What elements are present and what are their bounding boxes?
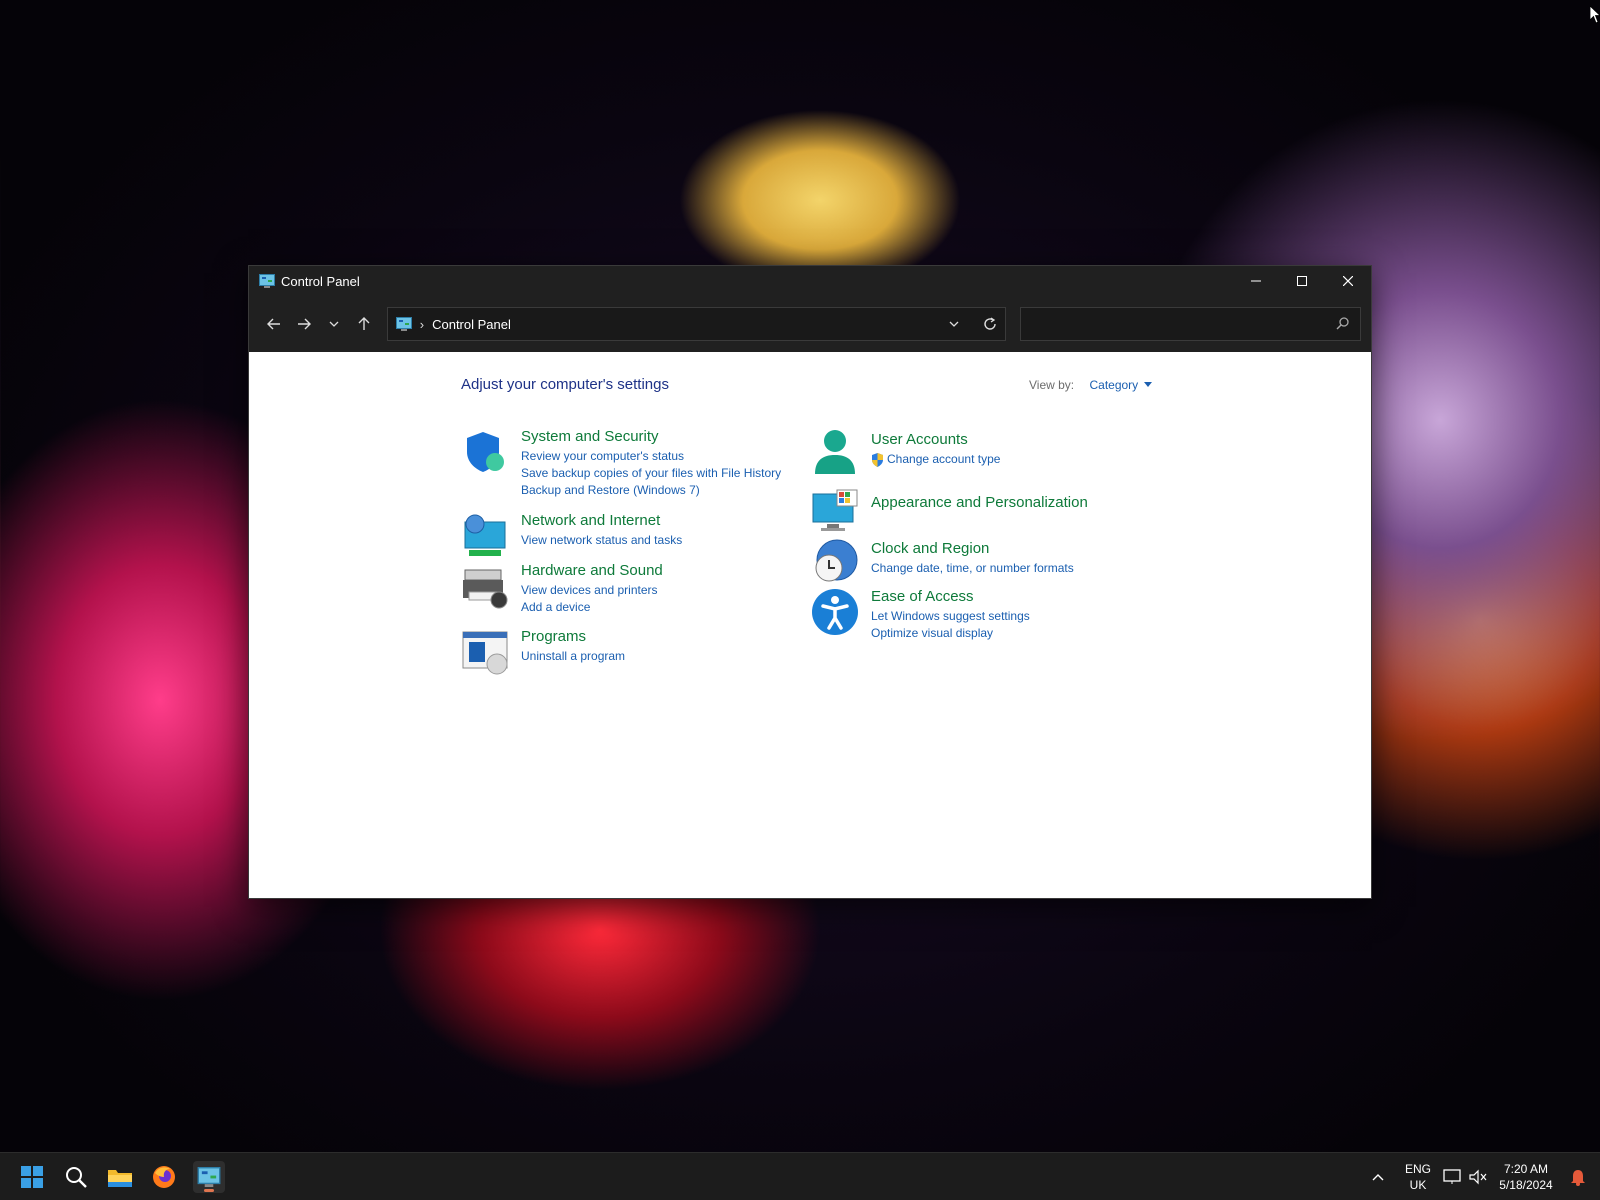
- clock[interactable]: 7:20 AM 5/18/2024: [1490, 1153, 1562, 1200]
- clock-date: 5/18/2024: [1499, 1178, 1553, 1192]
- category-title[interactable]: System and Security: [521, 428, 781, 445]
- language-code: ENG: [1404, 1162, 1431, 1176]
- cursor-icon: [1590, 6, 1600, 24]
- forward-button[interactable]: [289, 309, 319, 339]
- firefox-button[interactable]: [148, 1161, 180, 1193]
- link-add-device[interactable]: Add a device: [521, 599, 663, 616]
- page-title: Adjust your computer's settings: [461, 376, 669, 393]
- arrow-left-icon: [266, 318, 280, 330]
- search-icon: [66, 1167, 87, 1188]
- file-explorer-button[interactable]: [104, 1161, 136, 1193]
- minimize-button[interactable]: [1233, 266, 1279, 296]
- notifications-button[interactable]: [1562, 1161, 1594, 1193]
- address-actions: [939, 308, 1005, 340]
- up-button[interactable]: [349, 309, 379, 339]
- active-indicator: [204, 1189, 214, 1192]
- view-by-dropdown[interactable]: Category: [1089, 378, 1153, 392]
- refresh-button[interactable]: [975, 309, 1005, 339]
- monitor-palette-icon: [812, 489, 858, 531]
- title-bar[interactable]: Control Panel: [249, 266, 1371, 296]
- search-icon: [1336, 317, 1349, 330]
- navigation-bar: › Control Panel: [249, 296, 1371, 352]
- close-icon: [1343, 276, 1353, 286]
- file-explorer-icon: [108, 1170, 132, 1187]
- window-title: Control Panel: [281, 273, 360, 289]
- breadcrumb[interactable]: Control Panel: [432, 317, 511, 332]
- uac-shield-icon: [872, 452, 883, 467]
- link-network-status[interactable]: View network status and tasks: [521, 532, 682, 549]
- shield-icon: [467, 432, 504, 472]
- category-title[interactable]: Clock and Region: [871, 540, 1074, 557]
- network-monitor-icon: [1443, 1169, 1461, 1184]
- recent-locations-button[interactable]: [319, 309, 349, 339]
- search-input[interactable]: [1020, 308, 1321, 340]
- breadcrumb-separator-icon: ›: [419, 316, 425, 332]
- link-file-history[interactable]: Save backup copies of your files with Fi…: [521, 465, 781, 482]
- clock-time: 7:20 AM: [1503, 1162, 1549, 1176]
- taskbar: ENG UK 7:20 AM 5/18/2024: [0, 1152, 1600, 1200]
- category-title[interactable]: Hardware and Sound: [521, 562, 663, 579]
- minimize-icon: [1251, 280, 1261, 282]
- content-area: Adjust your computer's settings View by:…: [249, 352, 1371, 898]
- arrow-right-icon: [297, 318, 311, 330]
- control-panel-icon: [259, 274, 275, 288]
- network-icon: [464, 514, 506, 556]
- back-button[interactable]: [259, 309, 289, 339]
- chevron-down-icon: [949, 321, 959, 327]
- category-title[interactable]: Appearance and Personalization: [871, 494, 1088, 511]
- control-panel-icon: [395, 317, 412, 331]
- address-bar[interactable]: › Control Panel: [386, 307, 1006, 341]
- link-label: Change account type: [887, 452, 1001, 466]
- view-by: View by: Category: [1029, 378, 1153, 392]
- close-button[interactable]: [1325, 266, 1371, 296]
- programs-icon: [462, 631, 508, 675]
- clock-globe-icon: [815, 539, 858, 582]
- start-button[interactable]: [16, 1161, 48, 1193]
- link-change-account-type[interactable]: Change account type: [871, 451, 1000, 468]
- control-panel-taskbar-button[interactable]: [193, 1161, 225, 1193]
- chevron-down-icon: [329, 321, 339, 327]
- caret-down-icon: [1144, 382, 1153, 387]
- maximize-icon: [1297, 276, 1307, 286]
- window-controls: [1233, 266, 1371, 296]
- link-review-status[interactable]: Review your computer's status: [521, 448, 781, 465]
- link-uninstall-program[interactable]: Uninstall a program: [521, 648, 625, 665]
- arrow-up-icon: [358, 317, 370, 330]
- category-title[interactable]: Network and Internet: [521, 512, 682, 529]
- printer-icon: [463, 569, 508, 609]
- view-by-value: Category: [1089, 378, 1139, 392]
- keyboard-layout: UK: [1409, 1178, 1427, 1192]
- start-icon: [21, 1166, 43, 1188]
- user-icon: [815, 430, 855, 474]
- address-dropdown-button[interactable]: [939, 309, 969, 339]
- show-hidden-icons-button[interactable]: [1362, 1161, 1394, 1193]
- maximize-button[interactable]: [1279, 266, 1325, 296]
- control-panel-icon: [197, 1167, 221, 1187]
- search-box[interactable]: [1019, 307, 1361, 341]
- firefox-icon: [153, 1166, 175, 1188]
- link-optimize-display[interactable]: Optimize visual display: [871, 625, 1030, 642]
- category-title[interactable]: Programs: [521, 628, 625, 645]
- category-title[interactable]: Ease of Access: [871, 588, 1030, 605]
- view-by-label: View by:: [1029, 378, 1075, 392]
- accessibility-icon: [812, 589, 858, 635]
- control-panel-window: Control Panel › Control Panel Adjust you…: [248, 265, 1372, 899]
- language-indicator[interactable]: ENG UK: [1400, 1153, 1436, 1200]
- link-change-date-formats[interactable]: Change date, time, or number formats: [871, 560, 1074, 577]
- bell-icon: [1571, 1170, 1585, 1186]
- taskbar-search-button[interactable]: [60, 1161, 92, 1193]
- category-title[interactable]: User Accounts: [871, 431, 1000, 448]
- chevron-up-icon: [1372, 1174, 1384, 1181]
- link-windows-suggest[interactable]: Let Windows suggest settings: [871, 608, 1030, 625]
- speaker-muted-icon: [1469, 1169, 1487, 1185]
- link-devices-printers[interactable]: View devices and printers: [521, 582, 663, 599]
- link-backup-restore[interactable]: Backup and Restore (Windows 7): [521, 482, 781, 499]
- refresh-icon: [983, 317, 996, 330]
